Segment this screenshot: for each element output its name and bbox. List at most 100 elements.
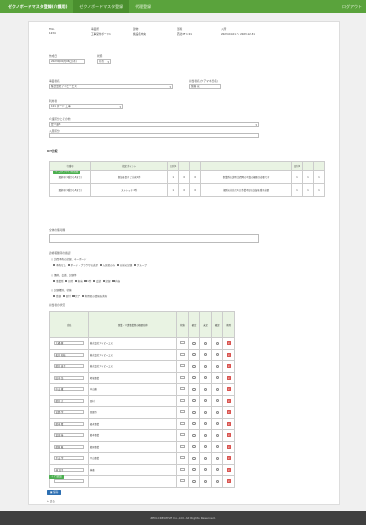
staff-name-select[interactable]: 藤井 直子 xyxy=(54,364,85,369)
delete-icon[interactable]: × xyxy=(226,433,231,438)
status-radio[interactable] xyxy=(215,399,219,403)
staff-name-select[interactable]: 中山 徹 xyxy=(54,387,85,392)
status-radio[interactable] xyxy=(204,399,208,403)
status-radio[interactable] xyxy=(192,387,196,391)
status-radio[interactable] xyxy=(192,364,196,368)
staff-name-select[interactable]: 林 浩平 xyxy=(54,467,85,472)
contact-label: 担当者名(ケアマネ氏名) xyxy=(189,79,218,83)
status-radio[interactable] xyxy=(192,422,196,426)
status-radio[interactable] xyxy=(192,433,196,437)
delete-icon[interactable]: × xyxy=(226,341,231,346)
staff-name-select[interactable]: 藤井 大 xyxy=(54,398,85,403)
status-radio[interactable] xyxy=(204,433,208,437)
status-radio[interactable] xyxy=(204,456,208,460)
status-radio[interactable] xyxy=(204,422,208,426)
delete-icon[interactable]: × xyxy=(226,479,231,484)
status-select[interactable]: 待ち xyxy=(97,59,111,64)
state-select[interactable] xyxy=(179,398,185,402)
state-select[interactable] xyxy=(179,433,185,437)
state-select[interactable] xyxy=(179,421,185,425)
status-radio[interactable] xyxy=(204,353,208,357)
status-radio[interactable] xyxy=(215,468,219,472)
user-select[interactable]: 101 ボード 工事 xyxy=(49,104,123,109)
delete-icon[interactable]: × xyxy=(226,410,231,415)
state-select[interactable] xyxy=(179,364,185,368)
staff-name-select[interactable]: 藤本 隆 xyxy=(54,421,85,426)
status-radio[interactable] xyxy=(204,445,208,449)
staff-name-select[interactable]: 田中 浩 xyxy=(54,375,85,380)
status-radio[interactable] xyxy=(215,445,219,449)
state-select[interactable] xyxy=(179,456,185,460)
state-select[interactable] xyxy=(179,375,185,379)
status-radio[interactable] xyxy=(192,468,196,472)
options-label: 診療報酬等の確認 xyxy=(49,251,71,255)
status-radio[interactable] xyxy=(215,376,219,380)
status-radio[interactable] xyxy=(204,364,208,368)
back-link[interactable]: ← 戻る xyxy=(47,499,55,503)
status-radio[interactable] xyxy=(192,353,196,357)
state-select[interactable] xyxy=(179,479,185,483)
status-radio[interactable] xyxy=(192,341,196,345)
header-label-building: 建物 xyxy=(133,27,139,31)
status-radio[interactable] xyxy=(192,399,196,403)
state-select[interactable] xyxy=(179,467,185,471)
ict-head-group1: 日付1 xyxy=(167,161,180,171)
remarks-field[interactable] xyxy=(49,234,259,243)
staff-name-select[interactable]: 松井 和枝 xyxy=(54,352,85,357)
date-field[interactable]: 2023年09月06日(木) xyxy=(49,59,85,64)
care-select[interactable]: 要介護3 xyxy=(49,122,259,127)
status-radio[interactable] xyxy=(215,456,219,460)
staff-name-select[interactable]: 富田 泰 xyxy=(54,433,85,438)
state-select[interactable] xyxy=(179,387,185,391)
status-radio[interactable] xyxy=(192,376,196,380)
status-radio[interactable] xyxy=(215,422,219,426)
nav-board[interactable]: ゼクノボードマスタ登録 xyxy=(73,0,130,13)
status-radio[interactable] xyxy=(215,353,219,357)
state-select[interactable] xyxy=(179,352,185,356)
page-background: FNo. 事業所 建物 部屋 入所 1234 工事受付ボード1 施設名中央 西北… xyxy=(0,13,366,511)
delete-icon[interactable]: × xyxy=(226,398,231,403)
staff-name-select[interactable]: 大橋 健 xyxy=(54,341,85,346)
org-select[interactable]: 株式会社アイビーエス xyxy=(49,84,173,89)
status-radio[interactable] xyxy=(192,456,196,460)
option-group-3-title: ○ 記録種別、状態 xyxy=(51,289,72,292)
status-radio[interactable] xyxy=(192,479,196,483)
delete-icon[interactable]: × xyxy=(226,364,231,369)
staff-company: 藤原事業 xyxy=(88,440,178,453)
delete-icon[interactable]: × xyxy=(226,456,231,461)
status-radio[interactable] xyxy=(215,479,219,483)
care-field[interactable] xyxy=(49,133,259,138)
status-radio[interactable] xyxy=(192,410,196,414)
status-radio[interactable] xyxy=(215,364,219,368)
status-radio[interactable] xyxy=(204,341,208,345)
table-row: 藤原 楓藤原事業 × xyxy=(48,440,235,453)
status-radio[interactable] xyxy=(204,479,208,483)
staff-name-select[interactable]: 平山 学 xyxy=(54,456,85,461)
status-radio[interactable] xyxy=(215,410,219,414)
state-select[interactable] xyxy=(179,444,185,448)
delete-icon[interactable]: × xyxy=(226,387,231,392)
status-radio[interactable] xyxy=(204,410,208,414)
delete-icon[interactable]: × xyxy=(226,352,231,357)
state-select[interactable] xyxy=(179,410,185,414)
status-radio[interactable] xyxy=(204,387,208,391)
status-radio[interactable] xyxy=(204,376,208,380)
nav-proxy[interactable]: 代理登録 xyxy=(129,0,157,13)
delete-icon[interactable]: × xyxy=(226,421,231,426)
delete-icon[interactable]: × xyxy=(226,375,231,380)
staff-name-select[interactable]: 宮野 学 xyxy=(54,410,85,415)
save-button[interactable]: ▣ 保存 xyxy=(47,490,62,495)
status-radio[interactable] xyxy=(204,468,208,472)
contact-field[interactable]: 佐藤 花 xyxy=(189,84,221,89)
logout-link[interactable]: ログアウト xyxy=(342,4,366,10)
status-radio[interactable] xyxy=(215,341,219,345)
delete-icon[interactable]: × xyxy=(226,444,231,449)
delete-icon[interactable]: × xyxy=(226,467,231,472)
state-select[interactable] xyxy=(179,341,185,345)
status-radio[interactable] xyxy=(215,433,219,437)
add-staff-row-button[interactable]: ＋ 行追加 xyxy=(49,475,64,479)
status-radio[interactable] xyxy=(192,445,196,449)
staff-name-select[interactable]: 藤原 楓 xyxy=(54,444,85,449)
staff-name-select[interactable] xyxy=(54,478,85,483)
status-radio[interactable] xyxy=(215,387,219,391)
